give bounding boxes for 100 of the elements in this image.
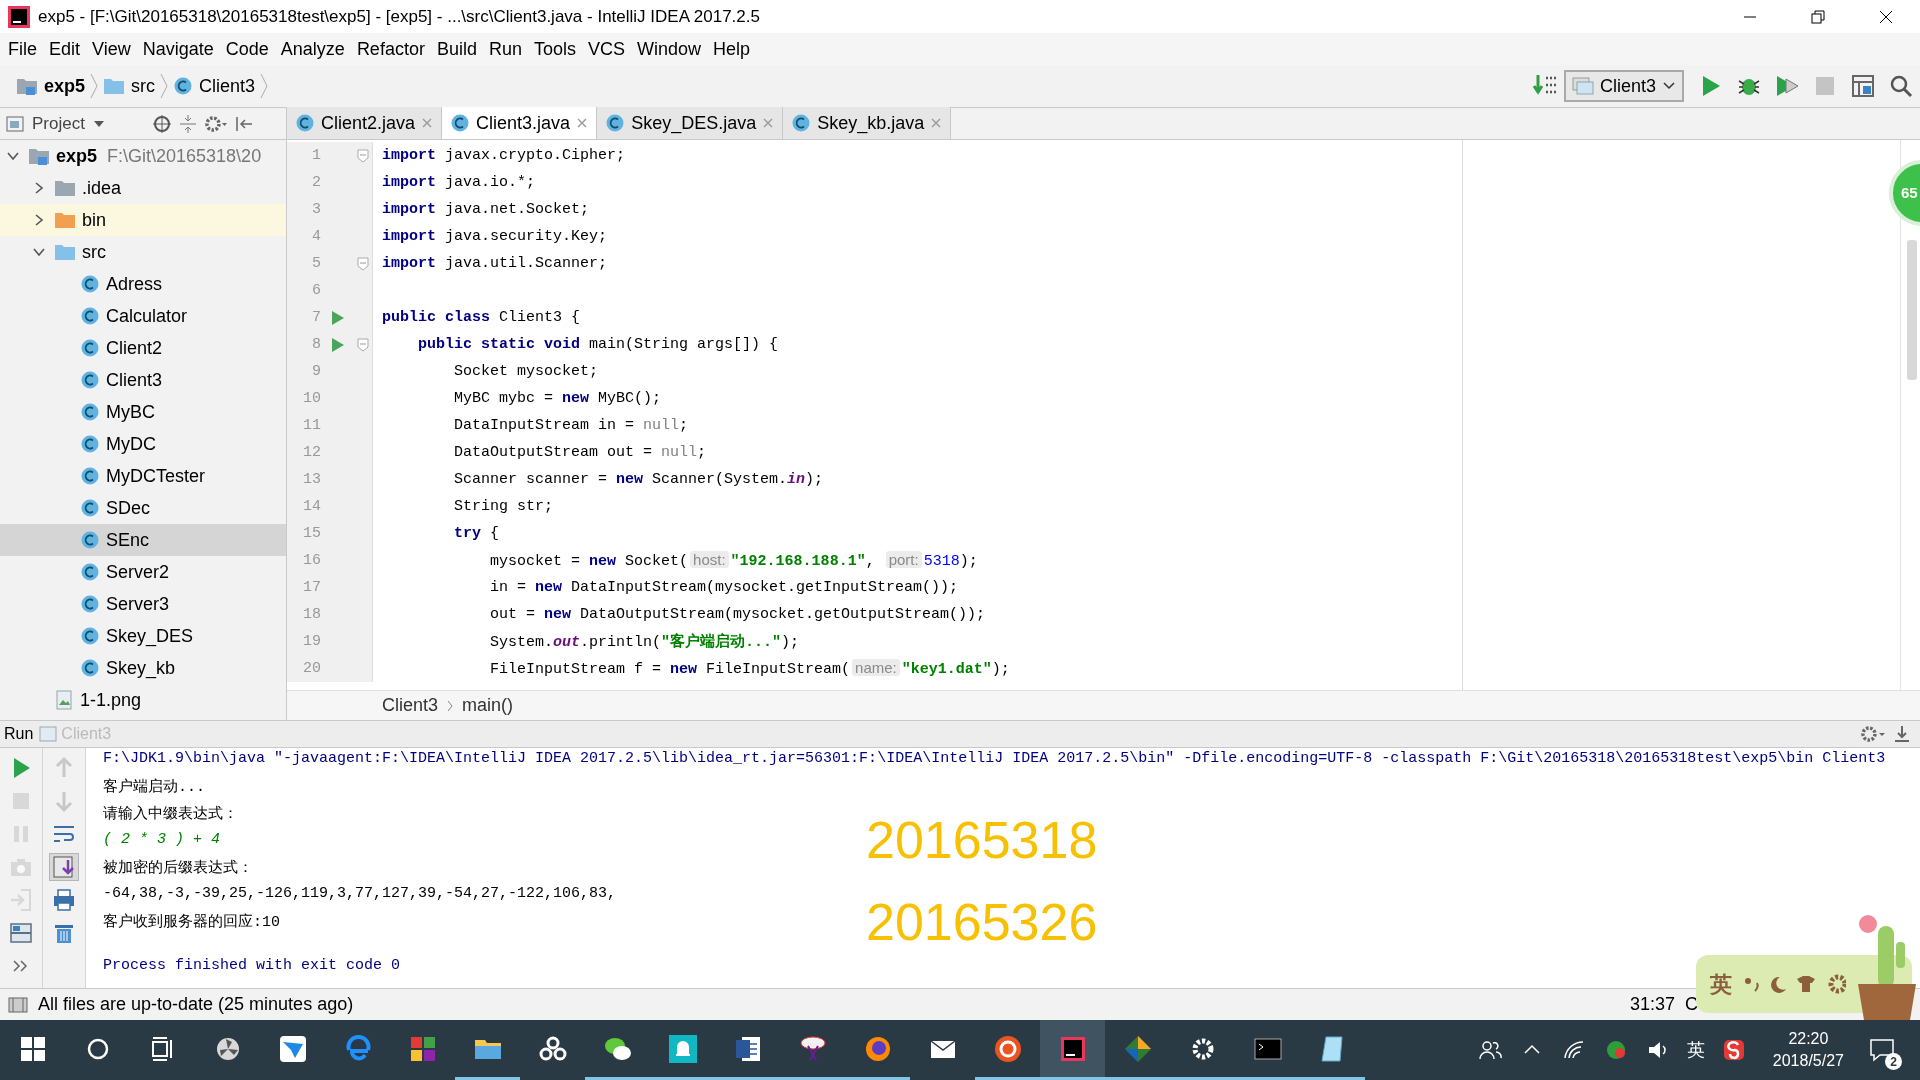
- pin-down-icon[interactable]: [1892, 724, 1912, 744]
- menu-item[interactable]: Navigate: [136, 33, 220, 65]
- printer-icon[interactable]: [51, 887, 77, 913]
- menu-item[interactable]: Edit: [43, 33, 87, 65]
- clock[interactable]: 22:20 2018/5/27: [1772, 1028, 1844, 1072]
- editor-tab[interactable]: Client2.java: [287, 107, 443, 139]
- menu-item[interactable]: Analyze: [274, 33, 351, 65]
- folder-icon: [54, 178, 76, 198]
- menu-item[interactable]: Run: [482, 33, 528, 65]
- collapse-icon[interactable]: [178, 113, 198, 134]
- menu-item[interactable]: Code: [219, 33, 275, 65]
- tree-item[interactable]: src: [0, 236, 286, 268]
- breadcrumb-item[interactable]: src: [99, 70, 160, 102]
- tree-item[interactable]: MyBC: [0, 396, 286, 428]
- tree-item[interactable]: MyDC: [0, 428, 286, 460]
- code-line: DataOutputStream out = null;: [453, 444, 707, 461]
- settings-icon[interactable]: [204, 113, 228, 134]
- tree-item[interactable]: bin: [0, 204, 286, 236]
- coverage-icon[interactable]: [1774, 73, 1800, 99]
- fold-marker-icon[interactable]: [357, 256, 369, 271]
- tree-item[interactable]: Server2: [0, 556, 286, 588]
- tree-item[interactable]: SDec: [0, 492, 286, 524]
- editor-tab[interactable]: Skey_DES.java: [597, 107, 784, 139]
- notification-icon[interactable]: [1868, 1036, 1896, 1064]
- editor-tab[interactable]: Client3.java: [442, 107, 598, 139]
- close-icon[interactable]: [1879, 9, 1893, 24]
- tree-item[interactable]: MyDCTester: [0, 460, 286, 492]
- search-icon[interactable]: [1888, 73, 1914, 99]
- target-icon[interactable]: [152, 113, 172, 134]
- taskbar-app-button[interactable]: [1040, 1020, 1105, 1080]
- menu-item[interactable]: File: [2, 33, 43, 65]
- scrollbar[interactable]: [1907, 240, 1917, 380]
- menu-item[interactable]: Build: [430, 33, 483, 65]
- ime-mode[interactable]: 英: [1710, 967, 1732, 1001]
- tree-item[interactable]: Adress: [0, 268, 286, 300]
- code-line: out = new DataOutputStream(mysocket.getOutputStream());: [489, 606, 986, 623]
- code-line: MyBC mybc = new MyBC();: [453, 390, 662, 407]
- breadcrumb-item[interactable]: exp5: [12, 70, 90, 102]
- code-line: import java.security.Key;: [381, 228, 608, 245]
- class-icon: [80, 274, 100, 294]
- run-gutter-icon[interactable]: [331, 336, 345, 353]
- people-icon[interactable]: [1477, 1038, 1502, 1062]
- tree-item[interactable]: SEnc: [0, 524, 286, 556]
- image-file-icon: [54, 690, 74, 710]
- breadcrumb-item[interactable]: Client3: [169, 70, 260, 102]
- overlay-text: 20165326: [866, 894, 1098, 950]
- layout-icon[interactable]: [8, 920, 34, 946]
- panel-title: Run: [4, 724, 34, 744]
- windows-logo-icon: [19, 1035, 46, 1062]
- sogou-icon[interactable]: [1721, 1038, 1746, 1062]
- menu-item[interactable]: Window: [631, 33, 708, 65]
- fold-marker-icon[interactable]: [357, 337, 369, 352]
- tree-item[interactable]: Calculator: [0, 300, 286, 332]
- editor-tab[interactable]: Skey_kb.java: [783, 107, 952, 139]
- menu-item[interactable]: Refactor: [350, 33, 431, 65]
- class-icon: [80, 658, 100, 678]
- line-separator[interactable]: C: [1685, 991, 1698, 1018]
- chevron-icon: [259, 72, 270, 100]
- line-number: 19: [302, 633, 321, 650]
- tree-item[interactable]: Server3: [0, 588, 286, 620]
- restore-icon[interactable]: [1811, 9, 1825, 24]
- bell-icon: [667, 1033, 698, 1064]
- fold-marker-icon[interactable]: [357, 148, 369, 163]
- project-structure-icon[interactable]: [1850, 73, 1876, 99]
- class-icon: [80, 466, 100, 486]
- tree-item[interactable]: exp5 F:\Git\20165318\20: [0, 140, 286, 172]
- menu-item[interactable]: Help: [707, 33, 757, 65]
- breadcrumb-item[interactable]: Client3: [382, 692, 439, 719]
- window-icon: [1571, 76, 1594, 96]
- console-line: 客户收到服务器的回应:10: [103, 912, 280, 933]
- tree-item[interactable]: Skey_DES: [0, 620, 286, 652]
- breadcrumb-item[interactable]: main(): [462, 692, 514, 719]
- tree-item[interactable]: .idea: [0, 172, 286, 204]
- code-line: import java.util.Scanner;: [381, 255, 608, 272]
- project-view-dropdown[interactable]: Project: [6, 110, 146, 137]
- run-config-dropdown[interactable]: Client3: [1563, 70, 1684, 102]
- input-method-indicator[interactable]: 英: [1686, 1036, 1705, 1064]
- line-number: 6: [311, 282, 321, 299]
- line-number: 16: [302, 552, 321, 569]
- view-icon: [6, 115, 24, 132]
- run-gutter-icon[interactable]: [331, 309, 345, 326]
- tree-item[interactable]: Client2: [0, 332, 286, 364]
- line-number: 18: [302, 606, 321, 623]
- class-icon: [80, 306, 100, 326]
- tree-item[interactable]: Skey_kb: [0, 652, 286, 684]
- menu-item[interactable]: View: [86, 33, 137, 65]
- console-line: -64,38,-3,-39,25,-126,119,3,77,127,39,-54,27,-122,106,83,: [103, 885, 617, 904]
- menu-item[interactable]: Tools: [527, 33, 582, 65]
- folder-icon: [54, 242, 76, 262]
- notification-count: 2: [1885, 1053, 1902, 1070]
- menu-item[interactable]: VCS: [582, 33, 631, 65]
- settings-icon[interactable]: [1860, 724, 1886, 744]
- tree-item[interactable]: 1-1.png: [0, 684, 286, 716]
- line-number: 4: [311, 228, 321, 245]
- tree-item[interactable]: Client3: [0, 364, 286, 396]
- line-number: 9: [311, 363, 321, 380]
- class-icon: [80, 562, 100, 582]
- line-number: 20: [302, 660, 321, 677]
- cursor-position: 31:37: [1629, 993, 1675, 1016]
- line-number: 10: [302, 390, 321, 407]
